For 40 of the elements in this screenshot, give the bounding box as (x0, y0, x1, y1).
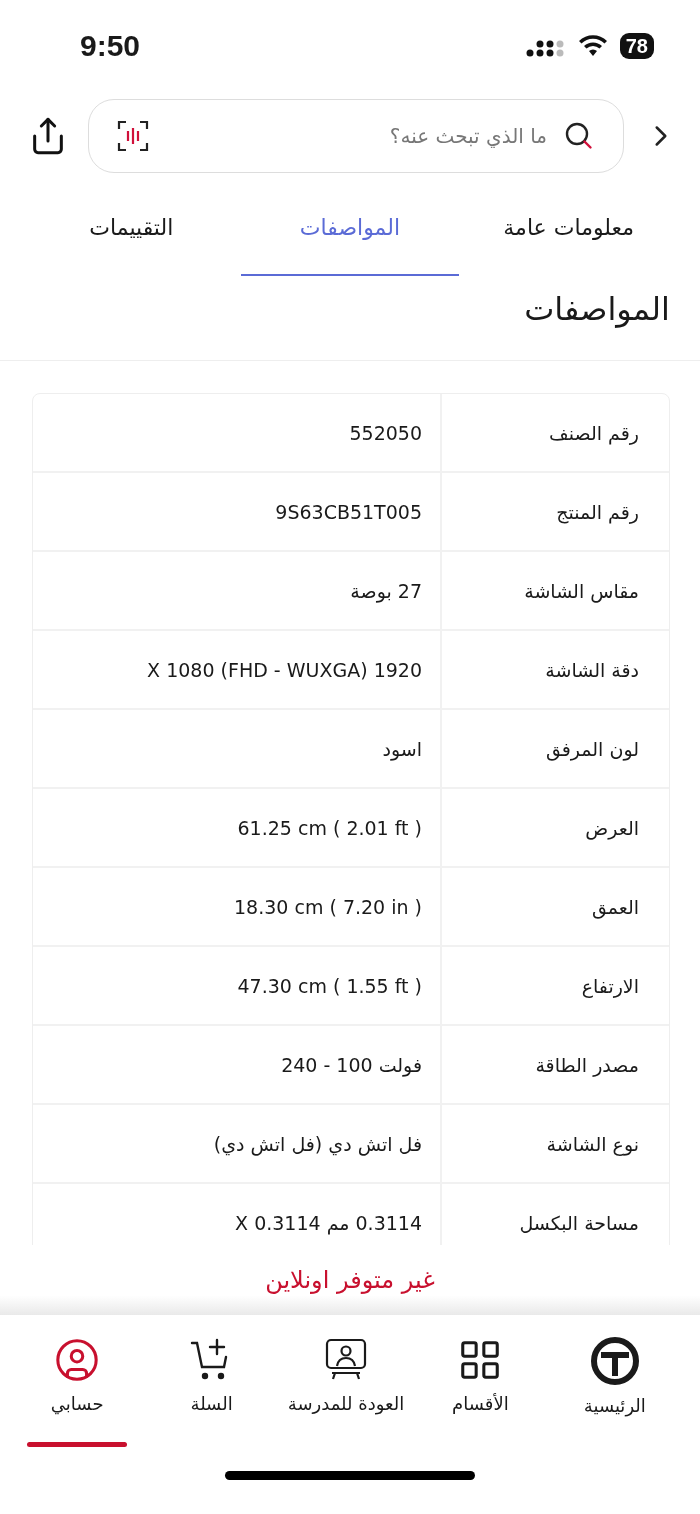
spec-value: 552050 (349, 421, 422, 444)
search-bar[interactable]: ما الذي تبحث عنه؟ (88, 99, 624, 173)
spec-value: 0.3114 مم 0.3114 X (235, 1211, 422, 1234)
availability-notice: غير متوفر اونلاين (265, 1266, 435, 1294)
spec-value: 61.25 cm ( 2.01 ft ) (237, 816, 422, 839)
spec-label: العمق (440, 868, 669, 945)
user-icon (54, 1337, 101, 1383)
logo-icon (590, 1337, 639, 1385)
spec-value: 9S63CB51T005 (275, 500, 422, 523)
section-title: المواصفات (523, 289, 670, 330)
search-icon (563, 120, 595, 152)
spec-label: رقم الصنف (440, 394, 669, 471)
spec-label: نوع الشاشة (440, 1105, 669, 1182)
spec-label: دقة الشاشة (440, 631, 669, 708)
nav-item[interactable]: حسابي (9, 1337, 145, 1447)
spec-label: مصدر الطاقة (440, 1026, 669, 1103)
wifi-icon (577, 34, 608, 58)
spec-value: 27 بوصة (350, 579, 422, 602)
spec-label: الارتفاع (440, 947, 669, 1024)
spec-value: فل اتش دي (فل اتش دي) (213, 1132, 422, 1155)
spec-label: مقاس الشاشة (440, 552, 669, 629)
clock: 9:50 (80, 29, 141, 63)
spec-label: لون المرفق (440, 710, 669, 787)
nav-item[interactable]: الرئيسية (547, 1337, 682, 1447)
nav-item[interactable]: العودة للمدرسة (278, 1337, 414, 1447)
search-field[interactable]: ما الذي تبحث عنه؟ (163, 123, 549, 149)
spec-label: رقم المنتج (440, 473, 669, 550)
scan-icon[interactable] (117, 120, 149, 152)
spec-value: 47.30 cm ( 1.55 ft ) (237, 974, 422, 997)
battery-indicator: 78 (619, 33, 654, 59)
spec-value: 18.30 cm ( 7.20 in ) (234, 895, 422, 918)
spec-value: فولت 100 - 240 (281, 1053, 422, 1076)
spec-label: العرض (440, 789, 669, 866)
spec-value: اسود (382, 737, 422, 760)
spec-value: X 1080 (FHD - WUXGA) 1920 (147, 658, 422, 681)
nav-item[interactable]: الأقسام (413, 1337, 548, 1447)
tab[interactable]: معلومات عامة (459, 202, 678, 276)
nav-item[interactable]: السلة (144, 1337, 279, 1447)
tab[interactable]: المواصفات (240, 202, 460, 276)
tab[interactable]: التقييمات (22, 202, 241, 276)
